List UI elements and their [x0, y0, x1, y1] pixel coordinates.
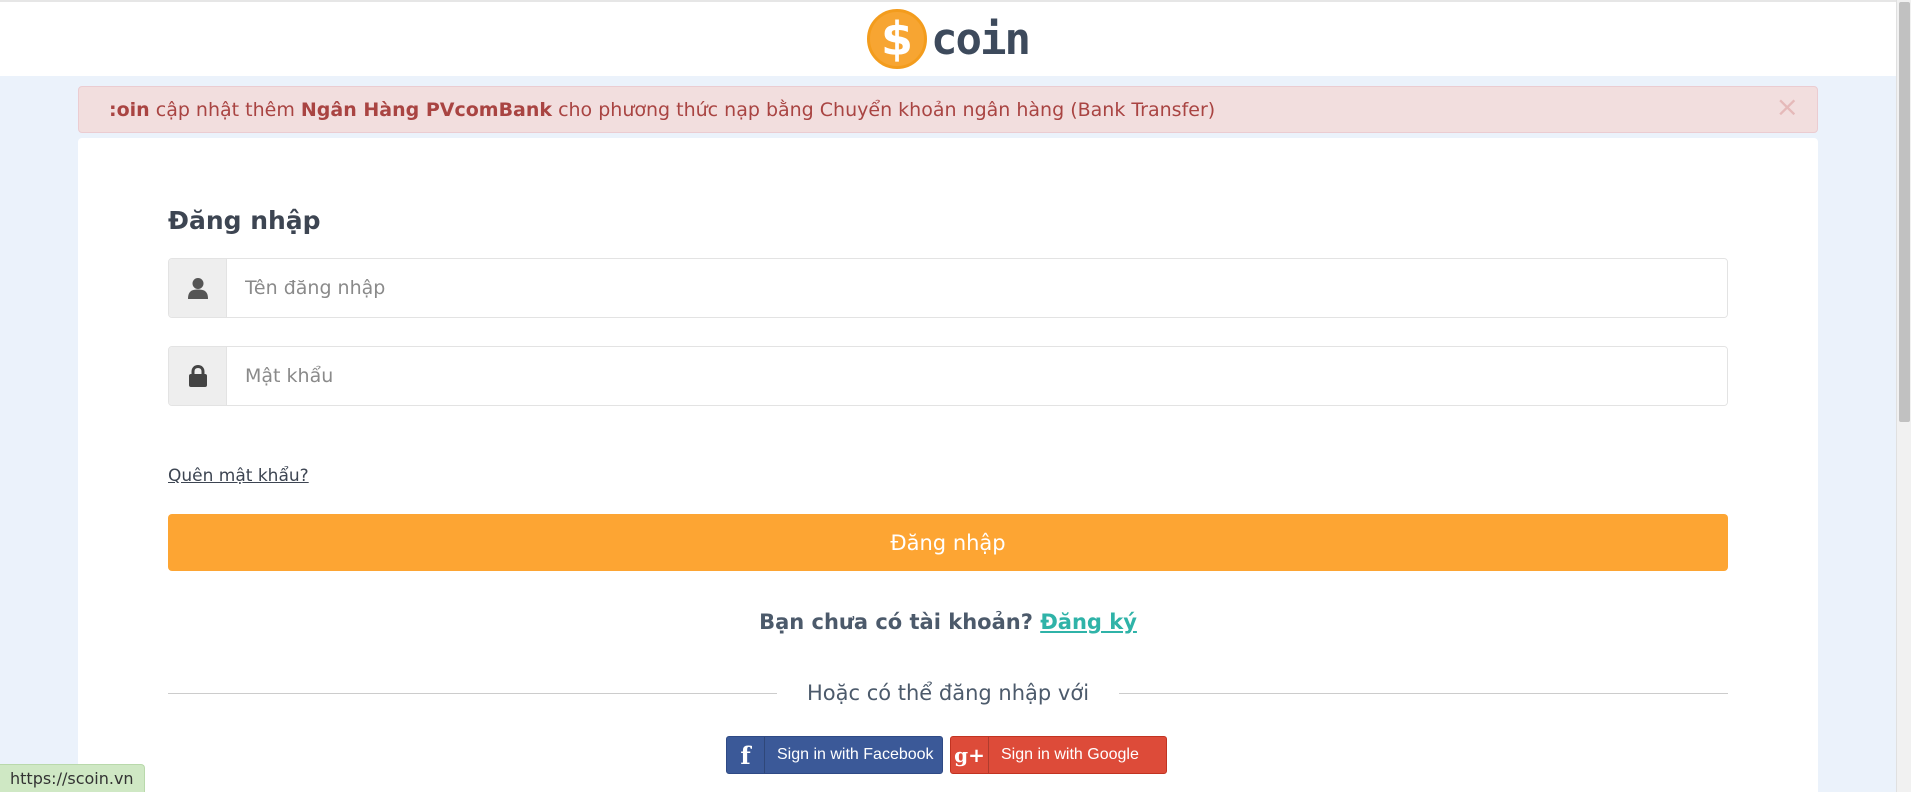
password-addon: [169, 347, 227, 405]
alert-text-1: cập nhật thêm: [149, 98, 301, 121]
password-input[interactable]: [227, 347, 1727, 405]
scrollbar-thumb[interactable]: [1899, 2, 1910, 422]
close-icon[interactable]: ×: [1776, 93, 1799, 121]
divider-line-left: [168, 692, 777, 694]
login-card: Đăng nhập Quên mật khẩu? Đăng nhập: [78, 138, 1818, 792]
user-icon: [187, 278, 208, 299]
facebook-signin-button[interactable]: f Sign in with Facebook: [726, 736, 943, 774]
status-bar-url: https://scoin.vn: [0, 764, 145, 792]
divider-line-right: [1119, 692, 1728, 694]
page-scrollbar[interactable]: [1896, 0, 1911, 792]
coin-logo-icon: $: [867, 9, 928, 69]
site-header: $ coin: [0, 0, 1896, 76]
google-plus-icon: g+: [951, 737, 989, 773]
login-button[interactable]: Đăng nhập: [168, 514, 1728, 571]
alert-bank-name: Ngân Hàng PVcomBank: [300, 98, 553, 121]
register-link[interactable]: Đăng ký: [1040, 610, 1137, 634]
login-title: Đăng nhập: [168, 206, 321, 235]
username-input[interactable]: [227, 259, 1727, 317]
username-input-group: [168, 258, 1728, 318]
scoin-logo[interactable]: $ coin: [867, 9, 1031, 69]
username-addon: [169, 259, 227, 317]
alert-brand: :oin: [109, 98, 150, 121]
logo-text: coin: [931, 13, 1031, 65]
google-signin-label: Sign in with Google: [1001, 746, 1139, 763]
facebook-icon: f: [727, 737, 765, 773]
alert-text-2: cho phương thức nạp bằng Chuyển khoản ng…: [552, 98, 1216, 121]
page: $ coin :oin cập nhật thêm Ngân Hàng PVco…: [0, 0, 1911, 792]
password-input-group: [168, 346, 1728, 406]
register-prompt: Bạn chưa có tài khoản? Đăng ký: [168, 610, 1728, 634]
forgot-password-link[interactable]: Quên mật khẩu?: [168, 466, 309, 486]
lock-icon: [188, 365, 207, 387]
google-signin-button[interactable]: g+ Sign in with Google: [950, 736, 1167, 774]
alert-message: :oin cập nhật thêm Ngân Hàng PVcomBank c…: [109, 99, 1215, 121]
facebook-signin-label: Sign in with Facebook: [777, 746, 934, 763]
social-divider: Hoặc có thể đăng nhập với: [168, 678, 1728, 708]
no-account-text: Bạn chưa có tài khoản?: [759, 610, 1041, 634]
announcement-alert: :oin cập nhật thêm Ngân Hàng PVcomBank c…: [78, 86, 1818, 133]
divider-text: Hoặc có thể đăng nhập với: [806, 681, 1090, 705]
